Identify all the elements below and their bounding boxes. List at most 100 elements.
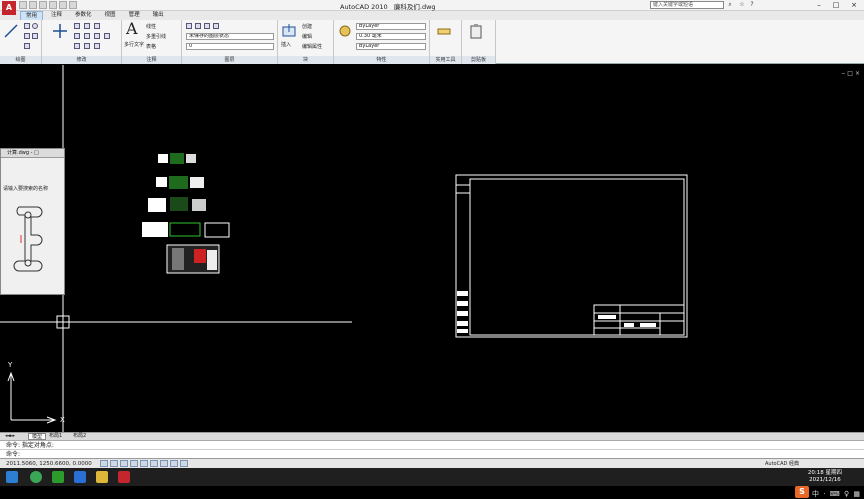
part-outline-icon[interactable] — [13, 205, 43, 275]
browser-icon[interactable] — [74, 471, 86, 483]
tab-parametric[interactable]: 参数化 — [70, 11, 97, 20]
tab-view[interactable]: 视图 — [100, 11, 121, 20]
tab-model[interactable]: 模型 — [28, 433, 47, 440]
open-icon[interactable] — [29, 1, 37, 9]
polyline-icon[interactable] — [24, 23, 30, 29]
layer-freeze-icon[interactable] — [204, 23, 210, 29]
undo-icon[interactable] — [59, 1, 67, 9]
rotate-icon[interactable] — [74, 23, 80, 29]
search-icon[interactable]: ⌕ — [726, 1, 734, 9]
circle-icon[interactable] — [32, 23, 38, 29]
mtext-label[interactable]: 多行文字 — [124, 41, 144, 48]
title-block-frame[interactable] — [455, 174, 688, 338]
restore-button[interactable]: □ — [827, 0, 845, 10]
new-icon[interactable] — [19, 1, 27, 9]
properties-panel-title[interactable]: 特性 — [334, 56, 429, 64]
layers-panel-title[interactable]: 图层 — [182, 56, 277, 64]
ducs-toggle[interactable] — [160, 460, 168, 467]
command-input[interactable]: 命令: — [0, 449, 864, 458]
print-icon[interactable] — [49, 1, 57, 9]
layer-dropdown[interactable]: 0 — [186, 43, 274, 50]
array-icon[interactable] — [94, 43, 100, 49]
windows-icon[interactable] — [6, 471, 18, 483]
star-icon[interactable]: ☆ — [738, 1, 746, 9]
match-icon[interactable] — [337, 23, 353, 39]
osnap-toggle[interactable] — [140, 460, 148, 467]
dimension-button[interactable]: 线性 — [146, 23, 156, 30]
line-icon[interactable] — [3, 23, 19, 39]
help-icon[interactable]: ? — [748, 1, 756, 9]
edit-block-button[interactable]: 编辑 — [302, 33, 312, 40]
autocad-logo[interactable]: A — [2, 1, 16, 15]
rectangle-icon[interactable] — [32, 33, 38, 39]
minimize-button[interactable]: – — [810, 0, 828, 10]
dyn-toggle[interactable] — [170, 460, 178, 467]
coordinate-readout[interactable]: 2011.5060, 1250.6600, 0.0000 — [6, 460, 92, 468]
ime-logo-icon[interactable]: S — [795, 486, 809, 498]
explode-icon[interactable] — [104, 33, 110, 39]
layer-lock-icon[interactable] — [213, 23, 219, 29]
clipboard-panel-title[interactable]: 剪贴板 — [462, 56, 495, 64]
scale-icon[interactable] — [84, 43, 90, 49]
drawing-canvas[interactable]: ‒□× Y X 计算.dwg - □ 请输入要搜索的名称 S 中 · ⌨ ♀ ▦ — [0, 65, 864, 498]
tab-layout1[interactable]: 布局1 — [46, 433, 65, 440]
tool-palette[interactable]: 计算.dwg - □ 请输入要搜索的名称 — [0, 148, 65, 295]
explorer-icon[interactable] — [96, 471, 108, 483]
ime-toolbar[interactable]: 中 · ⌨ ♀ ▦ — [812, 489, 861, 499]
table-button[interactable]: 表格 — [146, 43, 156, 50]
symbol-thumbnails[interactable] — [142, 153, 230, 274]
tab-output[interactable]: 输出 — [148, 11, 169, 20]
create-block-button[interactable]: 创建 — [302, 23, 312, 30]
autocad-icon[interactable] — [118, 471, 130, 483]
properties-panel: ByLayer 0.30 毫米 ByLayer 特性 — [334, 20, 430, 64]
lineweight-dropdown[interactable]: 0.30 毫米 — [356, 33, 426, 40]
color-dropdown[interactable]: ByLayer — [356, 23, 426, 30]
layer-icon[interactable] — [186, 23, 192, 29]
search-input[interactable]: 键入关键字或短语 — [650, 1, 724, 9]
tab-annotate[interactable]: 注释 — [46, 11, 67, 20]
clipboard-panel: 剪贴板 — [462, 20, 496, 64]
erase-icon[interactable] — [94, 23, 100, 29]
fillet-icon[interactable] — [94, 33, 100, 39]
snap-toggle[interactable] — [100, 460, 108, 467]
redo-icon[interactable] — [69, 1, 77, 9]
block-panel-title[interactable]: 块 — [278, 56, 333, 64]
utilities-panel-title[interactable]: 实用工具 — [430, 56, 461, 64]
layer-state-dropdown[interactable]: 未保存的图层状态 — [186, 33, 274, 40]
otrack-toggle[interactable] — [150, 460, 158, 467]
trim-icon[interactable] — [84, 23, 90, 29]
nav-arrows-icon[interactable]: ◂◂▸▸ — [2, 433, 18, 440]
linetype-dropdown[interactable]: ByLayer — [356, 43, 426, 50]
stretch-icon[interactable] — [74, 43, 80, 49]
modify-panel-title[interactable]: 修改 — [42, 56, 121, 64]
draw-panel-title[interactable]: 绘图 — [0, 56, 41, 64]
edit-attribute-button[interactable]: 编辑属性 — [302, 43, 322, 50]
move-icon[interactable] — [52, 23, 68, 39]
annotation-panel-title[interactable]: 注释 — [122, 56, 181, 64]
insert-label[interactable]: 插入 — [281, 41, 291, 48]
close-button[interactable]: × — [845, 0, 863, 10]
palette-header[interactable]: 计算.dwg - □ — [1, 149, 64, 158]
polar-toggle[interactable] — [130, 460, 138, 467]
copy-icon[interactable] — [74, 33, 80, 39]
text-icon[interactable]: A — [126, 21, 138, 37]
insert-icon[interactable] — [281, 23, 297, 39]
mirror-icon[interactable] — [84, 33, 90, 39]
grid-toggle[interactable] — [110, 460, 118, 467]
lineweight-toggle[interactable] — [180, 460, 188, 467]
wechat-icon[interactable] — [52, 471, 64, 483]
save-icon[interactable] — [39, 1, 47, 9]
chrome-icon[interactable] — [30, 471, 42, 483]
workspace-switch[interactable]: AutoCAD 经典 — [765, 460, 799, 468]
paste-icon[interactable] — [468, 23, 484, 39]
tab-layout2[interactable]: 布局2 — [70, 433, 89, 440]
layer-properties-icon[interactable] — [195, 23, 201, 29]
measure-icon[interactable] — [436, 23, 452, 39]
utilities-panel: 实用工具 — [430, 20, 462, 64]
system-clock[interactable]: 20:18 星期四 2021/12/16 — [808, 470, 842, 484]
ortho-toggle[interactable] — [120, 460, 128, 467]
tab-home[interactable]: 常用 — [20, 11, 44, 20]
hatch-icon[interactable] — [24, 43, 30, 49]
leader-button[interactable]: 多重引线 — [146, 33, 166, 40]
arc-icon[interactable] — [24, 33, 30, 39]
